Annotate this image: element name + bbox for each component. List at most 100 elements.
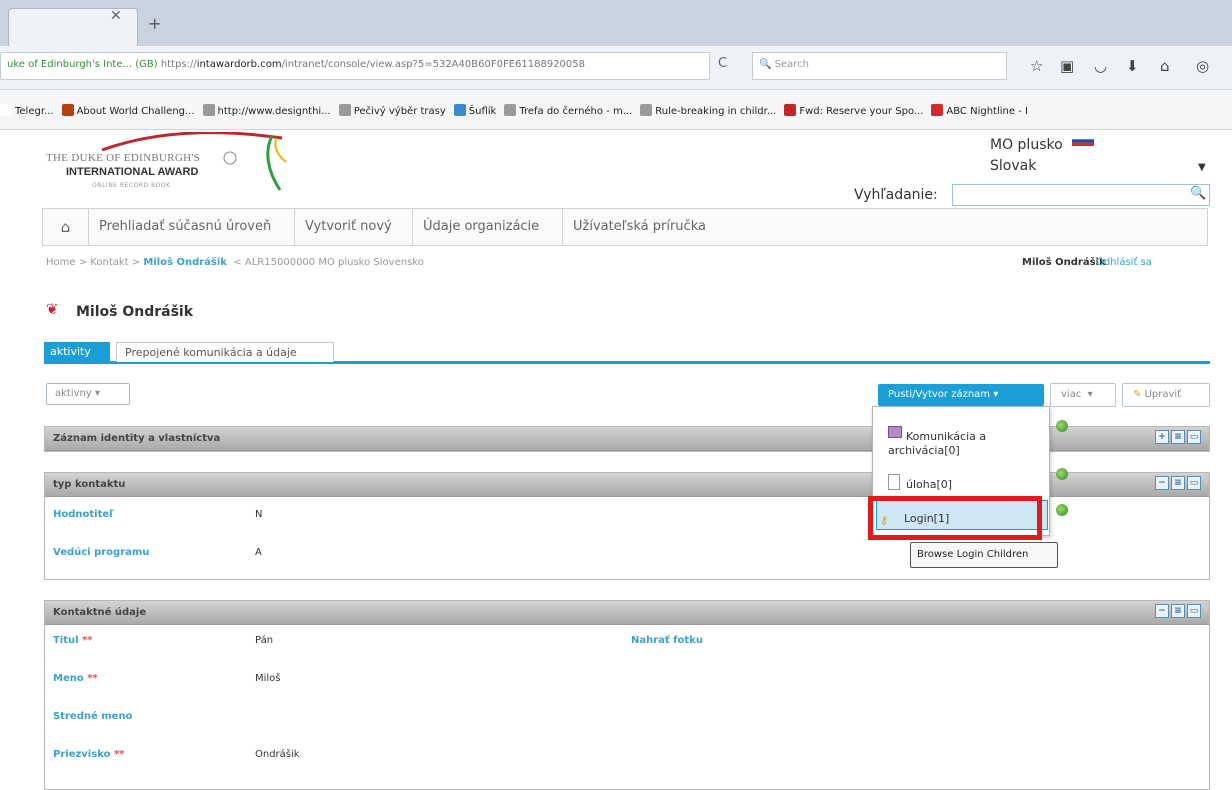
home-icon[interactable]: ⌂ bbox=[43, 209, 89, 245]
expand-icon[interactable]: + bbox=[1155, 430, 1169, 444]
language-select[interactable]: Slovak bbox=[988, 158, 1212, 180]
filter-value: aktivny bbox=[55, 388, 92, 399]
bookmark-label: About World Challeng... bbox=[76, 106, 195, 117]
upload-photo-link[interactable]: Nahrať fotku bbox=[631, 635, 703, 646]
section-controls: − ≡ ▭ bbox=[1153, 476, 1201, 490]
reload-icon[interactable]: C bbox=[718, 56, 727, 71]
field-label-last-name: Priezvisko ** bbox=[53, 749, 124, 760]
field-value-last-name: Ondrášik bbox=[255, 749, 300, 760]
bookmark-label: http://www.designthi... bbox=[217, 106, 331, 117]
collapse-icon[interactable]: − bbox=[1155, 476, 1169, 490]
url-domain: intawardorb.com bbox=[196, 59, 282, 70]
more-button[interactable]: viac ▾ bbox=[1050, 383, 1116, 407]
breadcrumb-contact[interactable]: Kontakt bbox=[90, 257, 128, 268]
section-contact-details-title: Kontaktné údaje bbox=[53, 607, 147, 618]
page-title: Miloš Ondrášik bbox=[76, 304, 194, 320]
nav-item-user-guide[interactable]: Užívateľská príručka bbox=[563, 209, 743, 245]
section-controls: − ≡ ▭ bbox=[1153, 604, 1201, 618]
add-record-label: Pusti/Vytvor záznam bbox=[888, 389, 991, 400]
browser-tab-bar bbox=[0, 0, 1232, 46]
section-controls: + ≡ ▭ bbox=[1153, 430, 1201, 444]
clipboard-icon[interactable]: ▣ bbox=[1060, 57, 1074, 75]
last-name-label-text: Priezvisko bbox=[53, 749, 111, 760]
collapse-icon[interactable]: − bbox=[1155, 604, 1169, 618]
title-label-text: Titul bbox=[53, 635, 79, 646]
bookmark-item[interactable]: ABC Nightline - I bbox=[931, 104, 1028, 117]
window-icon[interactable]: ▭ bbox=[1187, 604, 1201, 618]
bookmark-item[interactable]: Trefa do černého - m... bbox=[504, 104, 632, 117]
list-icon[interactable]: ≡ bbox=[1171, 604, 1185, 618]
browser-search-input[interactable]: 🔍 Search bbox=[752, 52, 1007, 80]
dropdown-item-communication[interactable]: Komunikácia a bbox=[906, 430, 986, 443]
url-prefix: https:// bbox=[160, 59, 197, 70]
slovak-flag-icon bbox=[1072, 136, 1094, 146]
pocket-icon[interactable]: ◡ bbox=[1094, 57, 1107, 75]
bookmark-item[interactable]: Telegr... bbox=[0, 104, 54, 117]
tab-close-icon[interactable]: ✕ bbox=[110, 8, 122, 24]
language-value: Slovak bbox=[990, 158, 1037, 174]
bookmark-item[interactable]: Fwd: Reserve your Spo... bbox=[784, 104, 923, 117]
bookmarks-bar: Telegr... About World Challeng... http://w… bbox=[0, 90, 1232, 130]
dropdown-item-task[interactable]: úloha[0] bbox=[906, 478, 952, 491]
list-icon[interactable]: ≡ bbox=[1171, 476, 1185, 490]
nav-item-current-level[interactable]: Prehliadať súčasnú úroveň bbox=[89, 209, 295, 245]
bookmark-item[interactable]: Pečivý výběr trasy bbox=[338, 104, 446, 117]
url-bar[interactable]: uke of Edinburgh's Inte... (GB) https://… bbox=[0, 52, 710, 80]
search-input[interactable] bbox=[952, 184, 1210, 206]
list-icon[interactable]: ≡ bbox=[1171, 430, 1185, 444]
section-contact-type-title: typ kontaktu bbox=[53, 479, 126, 490]
url-path: /intranet/console/view.asp?5=532A40B60F0… bbox=[281, 59, 585, 70]
bookmark-favicon-icon bbox=[453, 104, 466, 116]
chevron-down-icon[interactable]: ▼ bbox=[1198, 162, 1206, 173]
bookmark-favicon-icon bbox=[931, 104, 944, 116]
task-icon bbox=[888, 474, 900, 490]
bookmark-item[interactable]: Šuflík bbox=[453, 104, 496, 117]
nav-item-organization-data[interactable]: Údaje organizácie bbox=[413, 209, 563, 245]
bookmark-favicon-icon bbox=[338, 104, 351, 116]
required-marker: ** bbox=[82, 635, 93, 646]
tooltip: Browse Login Children bbox=[910, 542, 1058, 568]
new-tab-icon[interactable]: + bbox=[148, 14, 161, 33]
logout-link[interactable]: Odhlásiť sa bbox=[1096, 257, 1152, 268]
activity-filter-select[interactable]: aktivny ▾ bbox=[46, 383, 130, 405]
section-identity-title: Záznam identity a vlastníctva bbox=[53, 433, 221, 444]
bookmark-star-icon[interactable]: ☆ bbox=[1030, 57, 1043, 75]
logo-text-line1: THE DUKE OF EDINBURGH'S bbox=[46, 152, 201, 164]
window-icon[interactable]: ▭ bbox=[1187, 430, 1201, 444]
add-record-button[interactable]: Pusti/Vytvor záznam ▾ bbox=[878, 384, 1044, 406]
pencil-icon: ✎ bbox=[1133, 389, 1142, 400]
logo-text-line2: INTERNATIONAL AWARD bbox=[66, 166, 199, 178]
breadcrumb-contact-name[interactable]: Miloš Ondrášik bbox=[143, 257, 227, 268]
field-label-first-name: Meno ** bbox=[53, 673, 98, 684]
home-icon[interactable]: ⌂ bbox=[1160, 57, 1170, 75]
bookmark-favicon-icon bbox=[0, 104, 12, 116]
tab-activities[interactable]: aktivity bbox=[44, 342, 110, 362]
edit-button[interactable]: ✎ Upraviť bbox=[1122, 383, 1210, 407]
contact-icon: ❦ bbox=[46, 300, 59, 318]
window-icon[interactable]: ▭ bbox=[1187, 476, 1201, 490]
breadcrumb-home[interactable]: Home bbox=[46, 257, 76, 268]
chat-icon[interactable]: ◎ bbox=[1196, 57, 1209, 75]
tab-linked-communication[interactable]: Prepojené komunikácia a údaje bbox=[116, 342, 334, 362]
more-label: viac bbox=[1061, 389, 1082, 400]
nav-item-create-new[interactable]: Vytvoriť nový bbox=[295, 209, 413, 245]
field-value-title: Pán bbox=[255, 635, 274, 646]
bookmark-favicon-icon bbox=[640, 104, 653, 116]
main-navigation: ⌂ Prehliadať súčasnú úroveň Vytvoriť nov… bbox=[42, 208, 1208, 246]
required-marker: ** bbox=[87, 673, 98, 684]
field-label-assessor: Hodnotiteľ bbox=[53, 509, 114, 520]
search-label: Vyhľadanie: bbox=[854, 187, 938, 203]
bookmark-label: Trefa do černého - m... bbox=[519, 106, 633, 117]
search-icon[interactable]: 🔍 bbox=[1190, 186, 1206, 201]
bookmark-item[interactable]: About World Challeng... bbox=[61, 104, 195, 117]
dropdown-item-communication-count[interactable]: archivácia[0] bbox=[888, 444, 960, 457]
breadcrumb-organization[interactable]: ALR15000000 MO plusko Slovensko bbox=[245, 257, 424, 268]
bookmark-item[interactable]: Rule-breaking in childr... bbox=[640, 104, 776, 117]
breadcrumb-lt: < bbox=[233, 257, 242, 268]
download-icon[interactable]: ⬇ bbox=[1126, 57, 1139, 75]
bookmark-item[interactable]: http://www.designthi... bbox=[202, 104, 331, 117]
logo-text-line3: ONLINE RECORD BOOK bbox=[92, 182, 171, 189]
required-marker: ** bbox=[113, 749, 125, 760]
bookmark-label: Rule-breaking in childr... bbox=[655, 106, 777, 117]
browser-search-placeholder: Search bbox=[774, 59, 809, 70]
